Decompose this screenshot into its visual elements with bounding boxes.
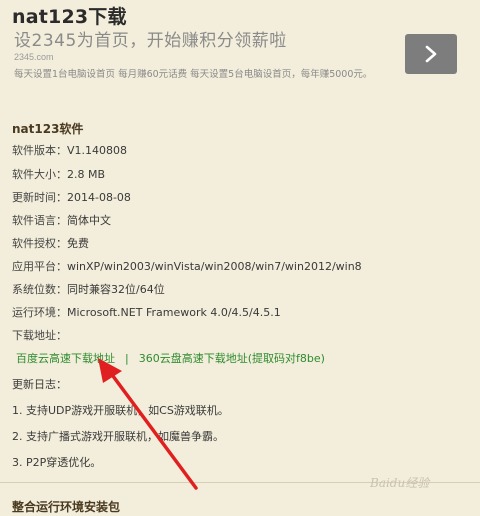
ad-headline[interactable]: 设2345为首页，开始赚积分领薪啦	[14, 26, 287, 51]
info-row-size: 软件大小：2.8 MB	[12, 166, 105, 182]
info-label: 软件版本：	[12, 144, 67, 157]
360-download-link[interactable]: 360云盘高速下载地址(提取码对f8be)	[139, 352, 325, 365]
changelog-title: 更新日志：	[12, 378, 67, 391]
info-label: 软件语言：	[12, 214, 67, 227]
info-label: 应用平台：	[12, 260, 67, 273]
ad-arrow-button[interactable]	[405, 34, 457, 74]
info-row-version: 软件版本：V1.140808	[12, 142, 127, 158]
info-value: Microsoft.NET Framework 4.0/4.5/4.5.1	[67, 306, 281, 319]
info-value: 2.8 MB	[67, 168, 106, 181]
info-row-license: 软件授权：免费	[12, 235, 89, 251]
info-label: 下载地址：	[12, 329, 67, 342]
ad-banner[interactable]: 设2345为首页，开始赚积分领薪啦 2345.com 每天设置1台电脑设首页 每…	[0, 26, 480, 86]
software-heading: nat123软件	[12, 122, 84, 136]
info-row-bits: 系统位数：同时兼容32位/64位	[12, 281, 165, 297]
ad-domain: 2345.com	[14, 52, 54, 62]
info-row-runtime: 运行环境：Microsoft.NET Framework 4.0/4.5/4.5…	[12, 304, 281, 320]
changelog-item: 2. 支持广播式游戏开服联机，如魔兽争霸。	[12, 430, 224, 443]
info-label: 系统位数：	[12, 283, 67, 296]
baidu-download-link[interactable]: 百度云高速下载地址	[16, 352, 115, 365]
changelog-item: 1. 支持UDP游戏开服联机，如CS游戏联机。	[12, 404, 229, 417]
info-label: 运行环境：	[12, 306, 67, 319]
info-value: 同时兼容32位/64位	[67, 283, 165, 296]
page-title: nat123下载	[12, 6, 127, 28]
runtime-heading: 整合运行环境安装包	[12, 500, 121, 514]
changelog-item: 3. P2P穿透优化。	[12, 456, 102, 469]
info-label: 更新时间：	[12, 191, 67, 204]
info-value: 2014-08-08	[67, 191, 131, 204]
info-value: V1.140808	[67, 144, 128, 157]
info-row-date: 更新时间：2014-08-08	[12, 189, 131, 205]
chevron-right-icon	[425, 45, 437, 63]
info-row-download: 下载地址：	[12, 327, 67, 343]
ad-description: 每天设置1台电脑设首页 每月赚60元话费 每天设置5台电脑设首页，每年赚5000…	[14, 69, 373, 80]
info-label: 软件授权：	[12, 237, 67, 250]
info-value: 免费	[67, 237, 89, 250]
link-separator: |	[125, 352, 129, 365]
info-label: 软件大小：	[12, 168, 67, 181]
info-value: winXP/win2003/winVista/win2008/win7/win2…	[67, 260, 362, 273]
download-links: 百度云高速下载地址 | 360云盘高速下载地址(提取码对f8be)	[16, 350, 325, 366]
info-row-platform: 应用平台：winXP/win2003/winVista/win2008/win7…	[12, 258, 362, 274]
watermark: Baidu经验	[370, 476, 430, 490]
info-value: 简体中文	[67, 214, 111, 227]
info-row-language: 软件语言：简体中文	[12, 212, 111, 228]
